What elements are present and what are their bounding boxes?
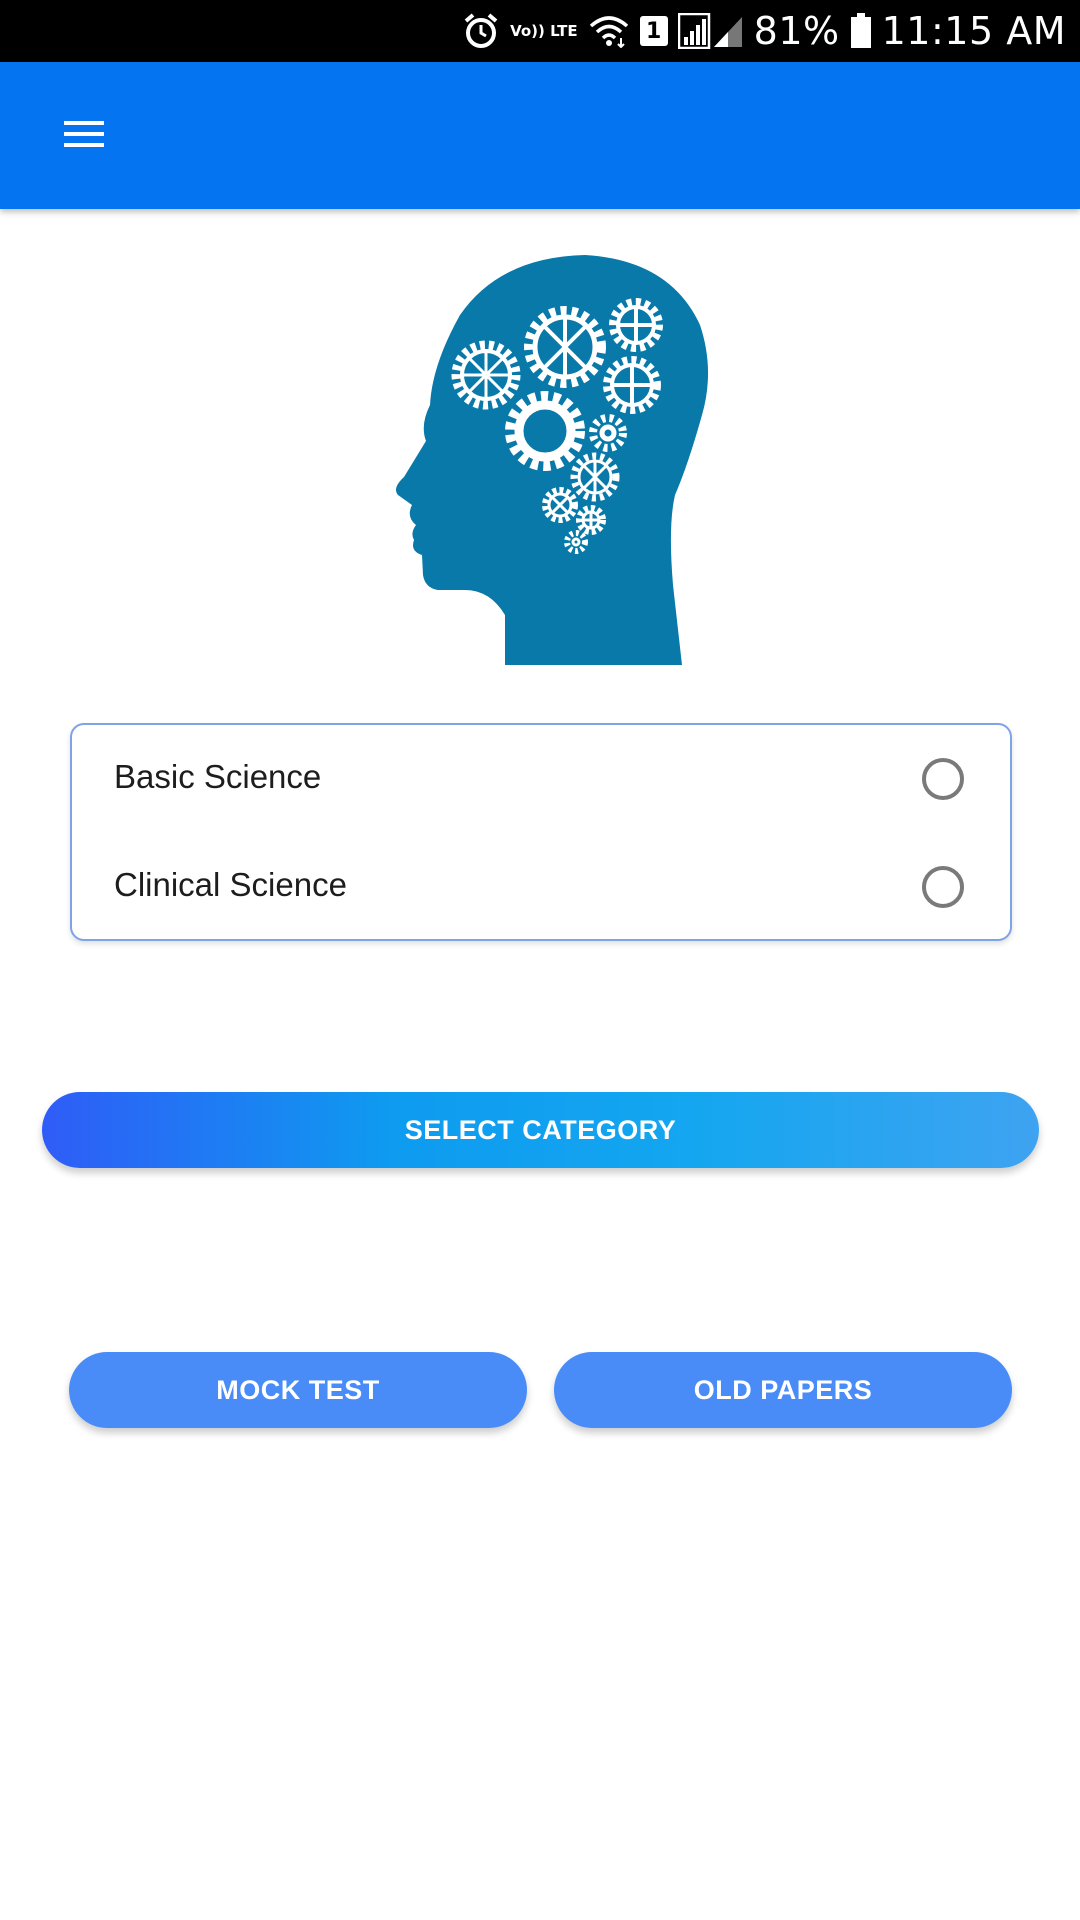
sim-icon: 1 [639,16,668,46]
old-papers-button[interactable]: OLD PAPERS [554,1352,1012,1428]
category-radio-group: Basic Science Clinical Science [70,723,1012,941]
radio-label: Basic Science [114,758,322,795]
radio-option-clinical-science[interactable]: Clinical Science [72,833,1010,941]
head-gears-illustration [370,255,715,665]
battery-percent: 81% [753,9,840,53]
volte-icon: Vo)) LTE [510,21,578,40]
radio-option-basic-science[interactable]: Basic Science [72,725,1010,833]
alarm-icon [462,12,500,50]
clock: 11:15 AM [881,9,1066,53]
select-category-button[interactable]: SELECT CATEGORY [42,1092,1039,1168]
wifi-icon [588,14,630,48]
status-bar: Vo)) LTE 1 81% 11:15 AM [0,0,1080,62]
signal-icon [677,13,744,49]
radio-unchecked-icon[interactable] [922,758,964,800]
radio-unchecked-icon[interactable] [922,866,964,908]
mock-test-button[interactable]: MOCK TEST [69,1352,527,1428]
menu-button[interactable] [52,108,116,164]
radio-label: Clinical Science [114,866,347,903]
app-bar [0,62,1080,209]
hamburger-menu-icon [64,119,104,154]
battery-icon [850,13,872,49]
